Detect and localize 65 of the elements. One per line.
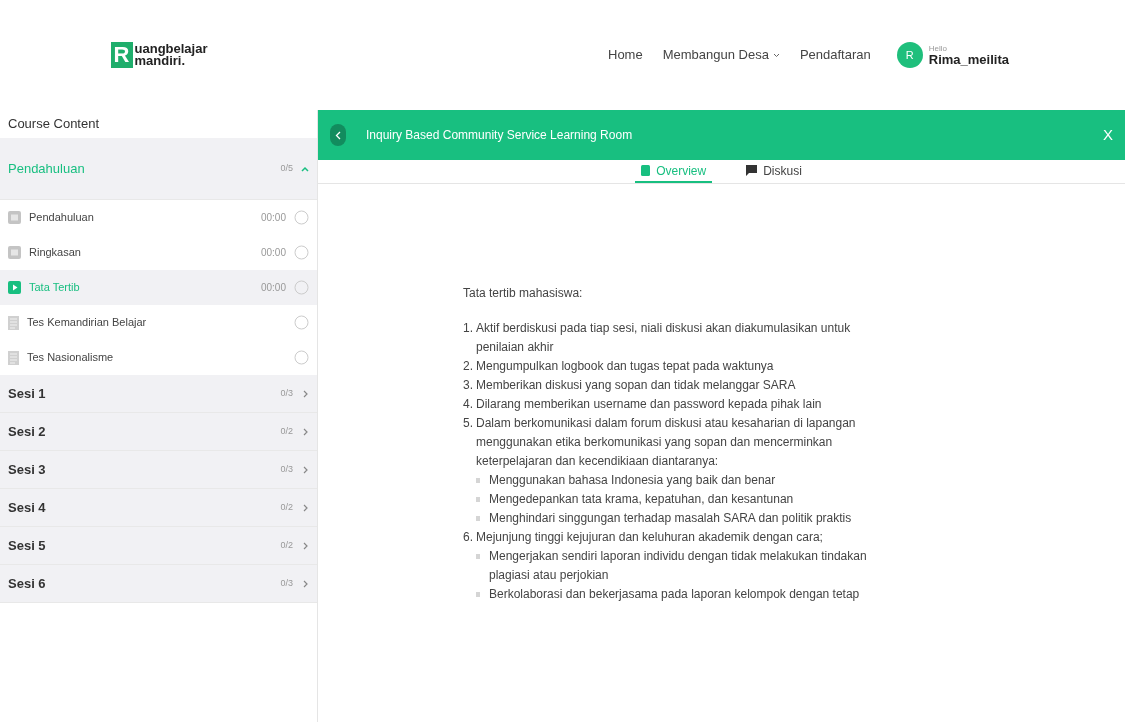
rule-number: 6.	[463, 529, 474, 546]
nav-link[interactable]: Pendaftaran	[799, 45, 871, 65]
logo-mark: R	[110, 42, 133, 68]
rule-number: 2.	[463, 358, 474, 375]
duration: 00:00	[260, 281, 286, 295]
status-circle-icon	[294, 245, 309, 260]
status-circle-icon	[294, 315, 309, 330]
video-icon	[8, 211, 21, 224]
back-button[interactable]	[330, 124, 346, 146]
section-header[interactable]: Sesi 6 0/3	[0, 565, 317, 603]
sub-rule-text: Berkolaborasi dan bekerjasama pada laporan kelompok dengan tetap	[489, 586, 860, 603]
clipboard-icon	[641, 165, 651, 176]
chevron-left-icon	[335, 130, 341, 140]
duration: 00:00	[260, 246, 286, 260]
progress-count: 0/3	[280, 386, 293, 400]
bullet-icon	[476, 516, 480, 521]
chat-icon	[746, 165, 758, 176]
bullet-icon	[476, 554, 480, 559]
greeting-text: Hello	[928, 43, 948, 53]
progress-count: 0/5	[280, 161, 293, 175]
bullet-icon	[476, 478, 480, 483]
section-header[interactable]: Sesi 5 0/2	[0, 527, 317, 565]
section-header[interactable]: Sesi 1 0/3	[0, 375, 317, 413]
chevron-down-icon	[772, 52, 780, 58]
progress-count: 0/2	[280, 538, 293, 552]
logo-text: uangbelajar	[134, 43, 208, 55]
rule-number: 3.	[463, 377, 474, 394]
document-icon	[8, 350, 19, 365]
rule-text: Dilarang memberikan username dan password kepada pihak lain	[476, 396, 822, 413]
status-circle-icon	[294, 350, 309, 365]
progress-count: 0/2	[280, 424, 293, 438]
rule-number: 4.	[463, 396, 474, 413]
rule-text: Memberikan diskusi yang sopan dan tidak melanggar SARA	[476, 377, 796, 394]
sub-rule-text: Mengerjakan sendiri laporan individu dengan tidak melakukan tindakan plagiasi atau perjokian	[489, 548, 868, 584]
progress-count: 0/3	[280, 462, 293, 476]
status-circle-icon	[294, 210, 309, 225]
course-title: Inquiry Based Community Service Learning Room	[366, 127, 634, 144]
sub-rule-text: Menghindari singgungan terhadap masalah SARA dan politik praktis	[489, 510, 852, 527]
progress-count: 0/3	[280, 576, 293, 590]
sidebar-title: Course Content	[8, 115, 100, 134]
progress-count: 0/2	[280, 500, 293, 514]
rule-number: 5.	[463, 415, 474, 432]
tab[interactable]: Diskusi	[740, 160, 808, 183]
document-icon	[8, 315, 19, 330]
video-icon	[8, 246, 21, 259]
section-header[interactable]: Sesi 4 0/2	[0, 489, 317, 527]
sub-rule-text: Mengedepankan tata krama, kepatuhan, dan kesantunan	[489, 491, 794, 508]
rule-text: Mejunjung tinggi kejujuran dan keluhuran akademik dengan cara;	[476, 529, 823, 546]
sub-rule-text: Menggunakan bahasa Indonesia yang baik dan benar	[489, 472, 776, 489]
rule-text: Dalam berkomunikasi dalam forum diskusi atau kesaharian di lapangan menggunakan etika berkomunikasi yang sopan dan mencerminkan keterpelajaran dan kecendikiaan diantaranya:	[476, 415, 857, 470]
nav-dropdown[interactable]: Membangun Desa	[662, 45, 780, 65]
username: Rima_meilita	[928, 52, 1009, 67]
status-circle-icon	[294, 280, 309, 295]
content-heading: Tata tertib mahasiswa:	[463, 285, 584, 302]
logo-text: mandiri.	[134, 55, 186, 67]
play-icon	[8, 281, 21, 294]
bullet-icon	[476, 497, 480, 502]
rule-text: Aktif berdiskusi pada tiap sesi, niali diskusi akan diakumulasikan untuk penilaian akhir	[476, 320, 852, 356]
section-header[interactable]: Sesi 2 0/2	[0, 413, 317, 451]
rule-text: Mengumpulkan logbook dan tugas tepat pada waktunya	[476, 358, 774, 375]
nav-link[interactable]: Home	[608, 45, 643, 65]
section-header[interactable]: Sesi 3 0/3	[0, 451, 317, 489]
duration: 00:00	[260, 211, 286, 225]
rule-number: 1.	[463, 320, 474, 337]
bullet-icon	[476, 592, 480, 597]
